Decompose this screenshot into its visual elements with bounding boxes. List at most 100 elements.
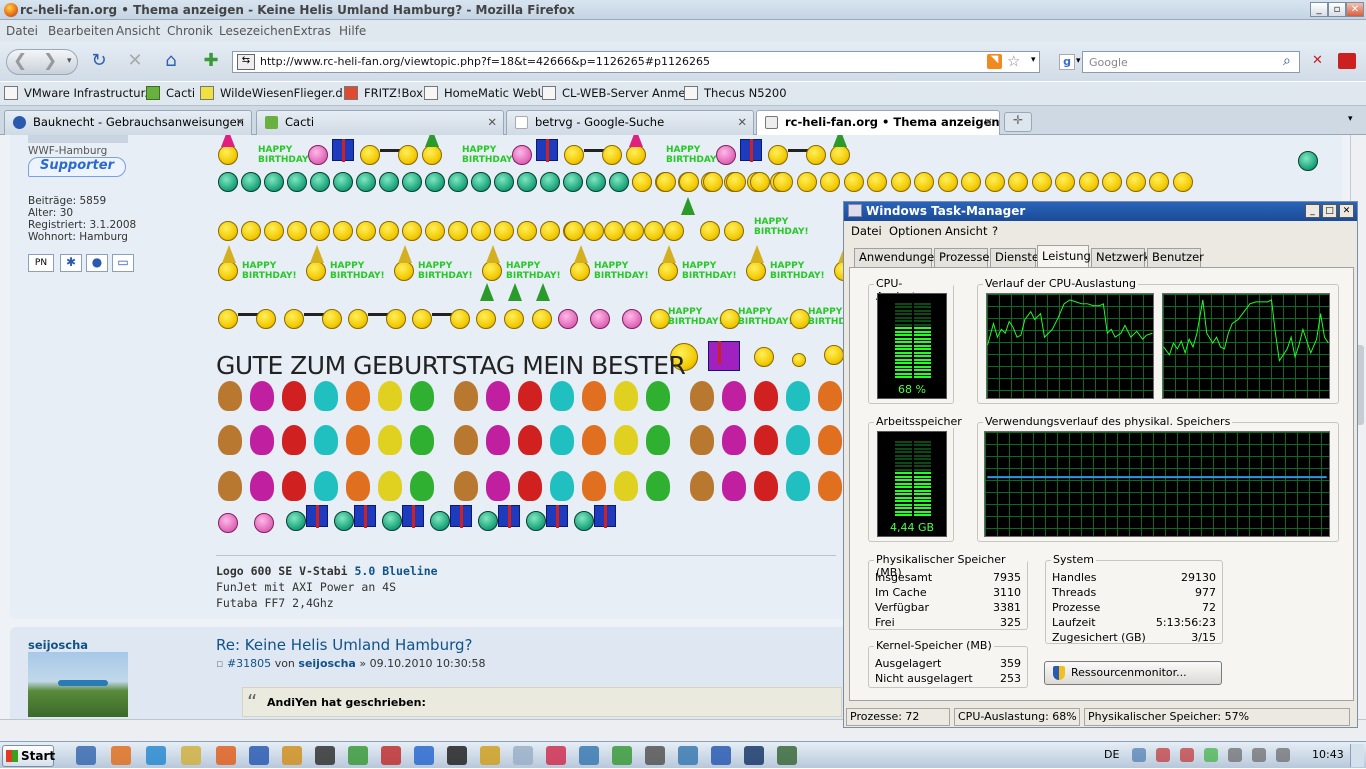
bookmark-cacti[interactable]: Cacti [146,86,195,100]
add-bookmark-icon[interactable]: ✚ [198,50,224,74]
taskbar-app-icon[interactable] [546,746,566,765]
tray-icon[interactable] [1252,748,1266,762]
tm-menu-datei[interactable]: Datei [851,224,882,238]
tray-icon[interactable] [1132,748,1146,762]
search-bar[interactable]: g ▾ Google ⌕ [1059,51,1300,73]
taskbar-app-icon[interactable] [146,746,166,765]
tm-tab-benutzer[interactable]: Benutzer [1147,248,1204,267]
resource-monitor-button[interactable]: Ressourcenmonitor... [1044,661,1222,685]
tray-icon[interactable] [1276,748,1290,762]
engine-dropdown-icon[interactable]: ▾ [1076,56,1081,66]
tm-menu-ansicht[interactable]: Ansicht [945,224,987,238]
tm-tab-netzwerk[interactable]: Netzwerk [1091,248,1150,267]
search-input[interactable]: Google [1089,56,1128,69]
taskbar-app-icon[interactable] [678,746,698,765]
taskbar-app-icon[interactable] [282,746,302,765]
menu-bearbeiten[interactable]: Bearbeiten [48,24,114,38]
tm-close-button[interactable]: ✕ [1339,204,1354,218]
url-text[interactable]: http://www.rc-heli-fan.org/viewtopic.php… [260,55,710,68]
forward-icon[interactable]: ❯ [43,51,57,71]
close-button[interactable]: ✕ [1346,2,1364,17]
tm-menu-optionen[interactable]: Optionen [889,224,942,238]
tab-cacti[interactable]: Cacti ✕ [256,110,504,135]
taskbar-app-icon[interactable] [181,746,201,765]
menu-hilfe[interactable]: Hilfe [339,24,366,38]
tm-tab-leistung[interactable]: Leistung [1037,245,1091,268]
taskbar-app-icon[interactable] [645,746,665,765]
adblock-icon[interactable] [1338,53,1356,69]
bookmark-fritzbox[interactable]: FRITZ!Box [344,86,423,100]
taskbar-app-icon[interactable] [348,746,368,765]
taskbar-app-icon[interactable] [711,746,731,765]
tm-minimize-button[interactable]: _ [1305,204,1320,218]
reload-icon[interactable]: ↻ [86,50,112,74]
taskbar-app-icon[interactable] [216,746,236,765]
post2-title[interactable]: Re: Keine Helis Umland Hamburg? [216,636,472,654]
search-icon[interactable]: ⌕ [1283,53,1291,69]
taskbar-app-icon[interactable] [744,746,764,765]
url-bar[interactable]: ⇆ http://www.rc-heli-fan.org/viewtopic.p… [232,51,1040,73]
new-tab-button[interactable]: ✛ [1004,112,1032,132]
taskbar-app-icon[interactable] [579,746,599,765]
web-icon[interactable]: ● [86,254,108,272]
pm-button[interactable]: PN [28,254,54,272]
menu-lesezeichen[interactable]: Lesezeichen [219,24,293,38]
taskbar-app-icon[interactable] [315,746,335,765]
tm-tab-prozesse[interactable]: Prozesse [934,248,989,267]
tm-tab-dienste[interactable]: Dienste [990,248,1039,267]
taskbar-app-icon[interactable] [76,746,96,765]
post2-author[interactable]: seijoscha [28,638,88,652]
minimize-button[interactable]: _ [1310,2,1328,17]
tab-google[interactable]: betrvg - Google-Suche ✕ [506,110,754,135]
tray-icon[interactable] [1156,748,1170,762]
bookmark-star-icon[interactable]: ☆ [1007,52,1020,70]
tab-close-icon[interactable]: ✕ [235,111,245,133]
taskbar-app-icon[interactable] [777,746,797,765]
history-dropdown-icon[interactable]: ▾ [67,56,72,66]
bookmark-vmware[interactable]: VMware Infrastructur... [4,86,155,100]
url-dropdown-icon[interactable]: ▾ [1031,55,1036,65]
menu-ansicht[interactable]: Ansicht [116,24,160,38]
bookmark-wildewiesen[interactable]: WildeWiesenFlieger.d... [200,86,354,100]
menu-datei[interactable]: Datei [6,24,38,38]
taskbar-app-icon[interactable] [480,746,500,765]
tab-list-icon[interactable]: ▾ [1348,114,1353,124]
tray-icon[interactable] [1228,748,1242,762]
rss-icon[interactable]: ◥ [987,54,1002,69]
tab-close-icon[interactable]: ✕ [737,111,747,133]
tm-tab-anwendungen[interactable]: Anwendungen [854,248,941,267]
back-icon[interactable]: ❮ [13,51,27,71]
taskbar-app-icon[interactable] [414,746,434,765]
taskbar-app-icon[interactable] [249,746,269,765]
clock[interactable]: 10:43 [1312,748,1344,761]
author-link[interactable]: seijoscha [298,657,355,670]
home-icon[interactable]: ⌂ [158,50,184,74]
language-indicator[interactable]: DE [1104,748,1119,761]
menu-extras[interactable]: Extras [293,24,331,38]
bookmark-clweb[interactable]: CL-WEB-Server Anme... [542,86,696,100]
tm-menu-help[interactable]: ? [992,224,998,238]
icq-icon[interactable]: ✱ [60,254,82,272]
tab-close-icon[interactable]: ✕ [487,111,497,133]
google-engine-icon[interactable]: g [1059,54,1075,70]
bookmark-homematic[interactable]: HomeMatic WebUI [424,86,550,100]
maximize-button[interactable]: ▫ [1328,2,1346,17]
stop-icon[interactable]: ✕ [122,50,148,74]
taskbar-app-icon[interactable] [513,746,533,765]
tab-close-icon[interactable]: ✕ [983,111,993,133]
post-number-link[interactable]: #31805 [227,657,271,670]
addon-icon[interactable]: ✕ [1312,53,1328,69]
show-desktop-button[interactable] [1350,744,1364,767]
taskbar-app-icon[interactable] [381,746,401,765]
email-icon[interactable]: ▭ [112,254,134,272]
tm-maximize-button[interactable]: □ [1322,204,1337,218]
bookmark-thecus[interactable]: Thecus N5200 [684,86,787,100]
site-identity-icon[interactable]: ⇆ [237,54,255,70]
menu-chronik[interactable]: Chronik [167,24,213,38]
taskbar-app-icon[interactable] [111,746,131,765]
tray-icon[interactable] [1180,748,1194,762]
taskbar-app-icon[interactable] [612,746,632,765]
tab-rcheli[interactable]: rc-heli-fan.org • Thema anzeigen... ✕ [756,110,1000,136]
taskbar-app-icon[interactable] [447,746,467,765]
tab-bauknecht[interactable]: Bauknecht - Gebrauchsanweisungen ✕ [4,110,252,135]
